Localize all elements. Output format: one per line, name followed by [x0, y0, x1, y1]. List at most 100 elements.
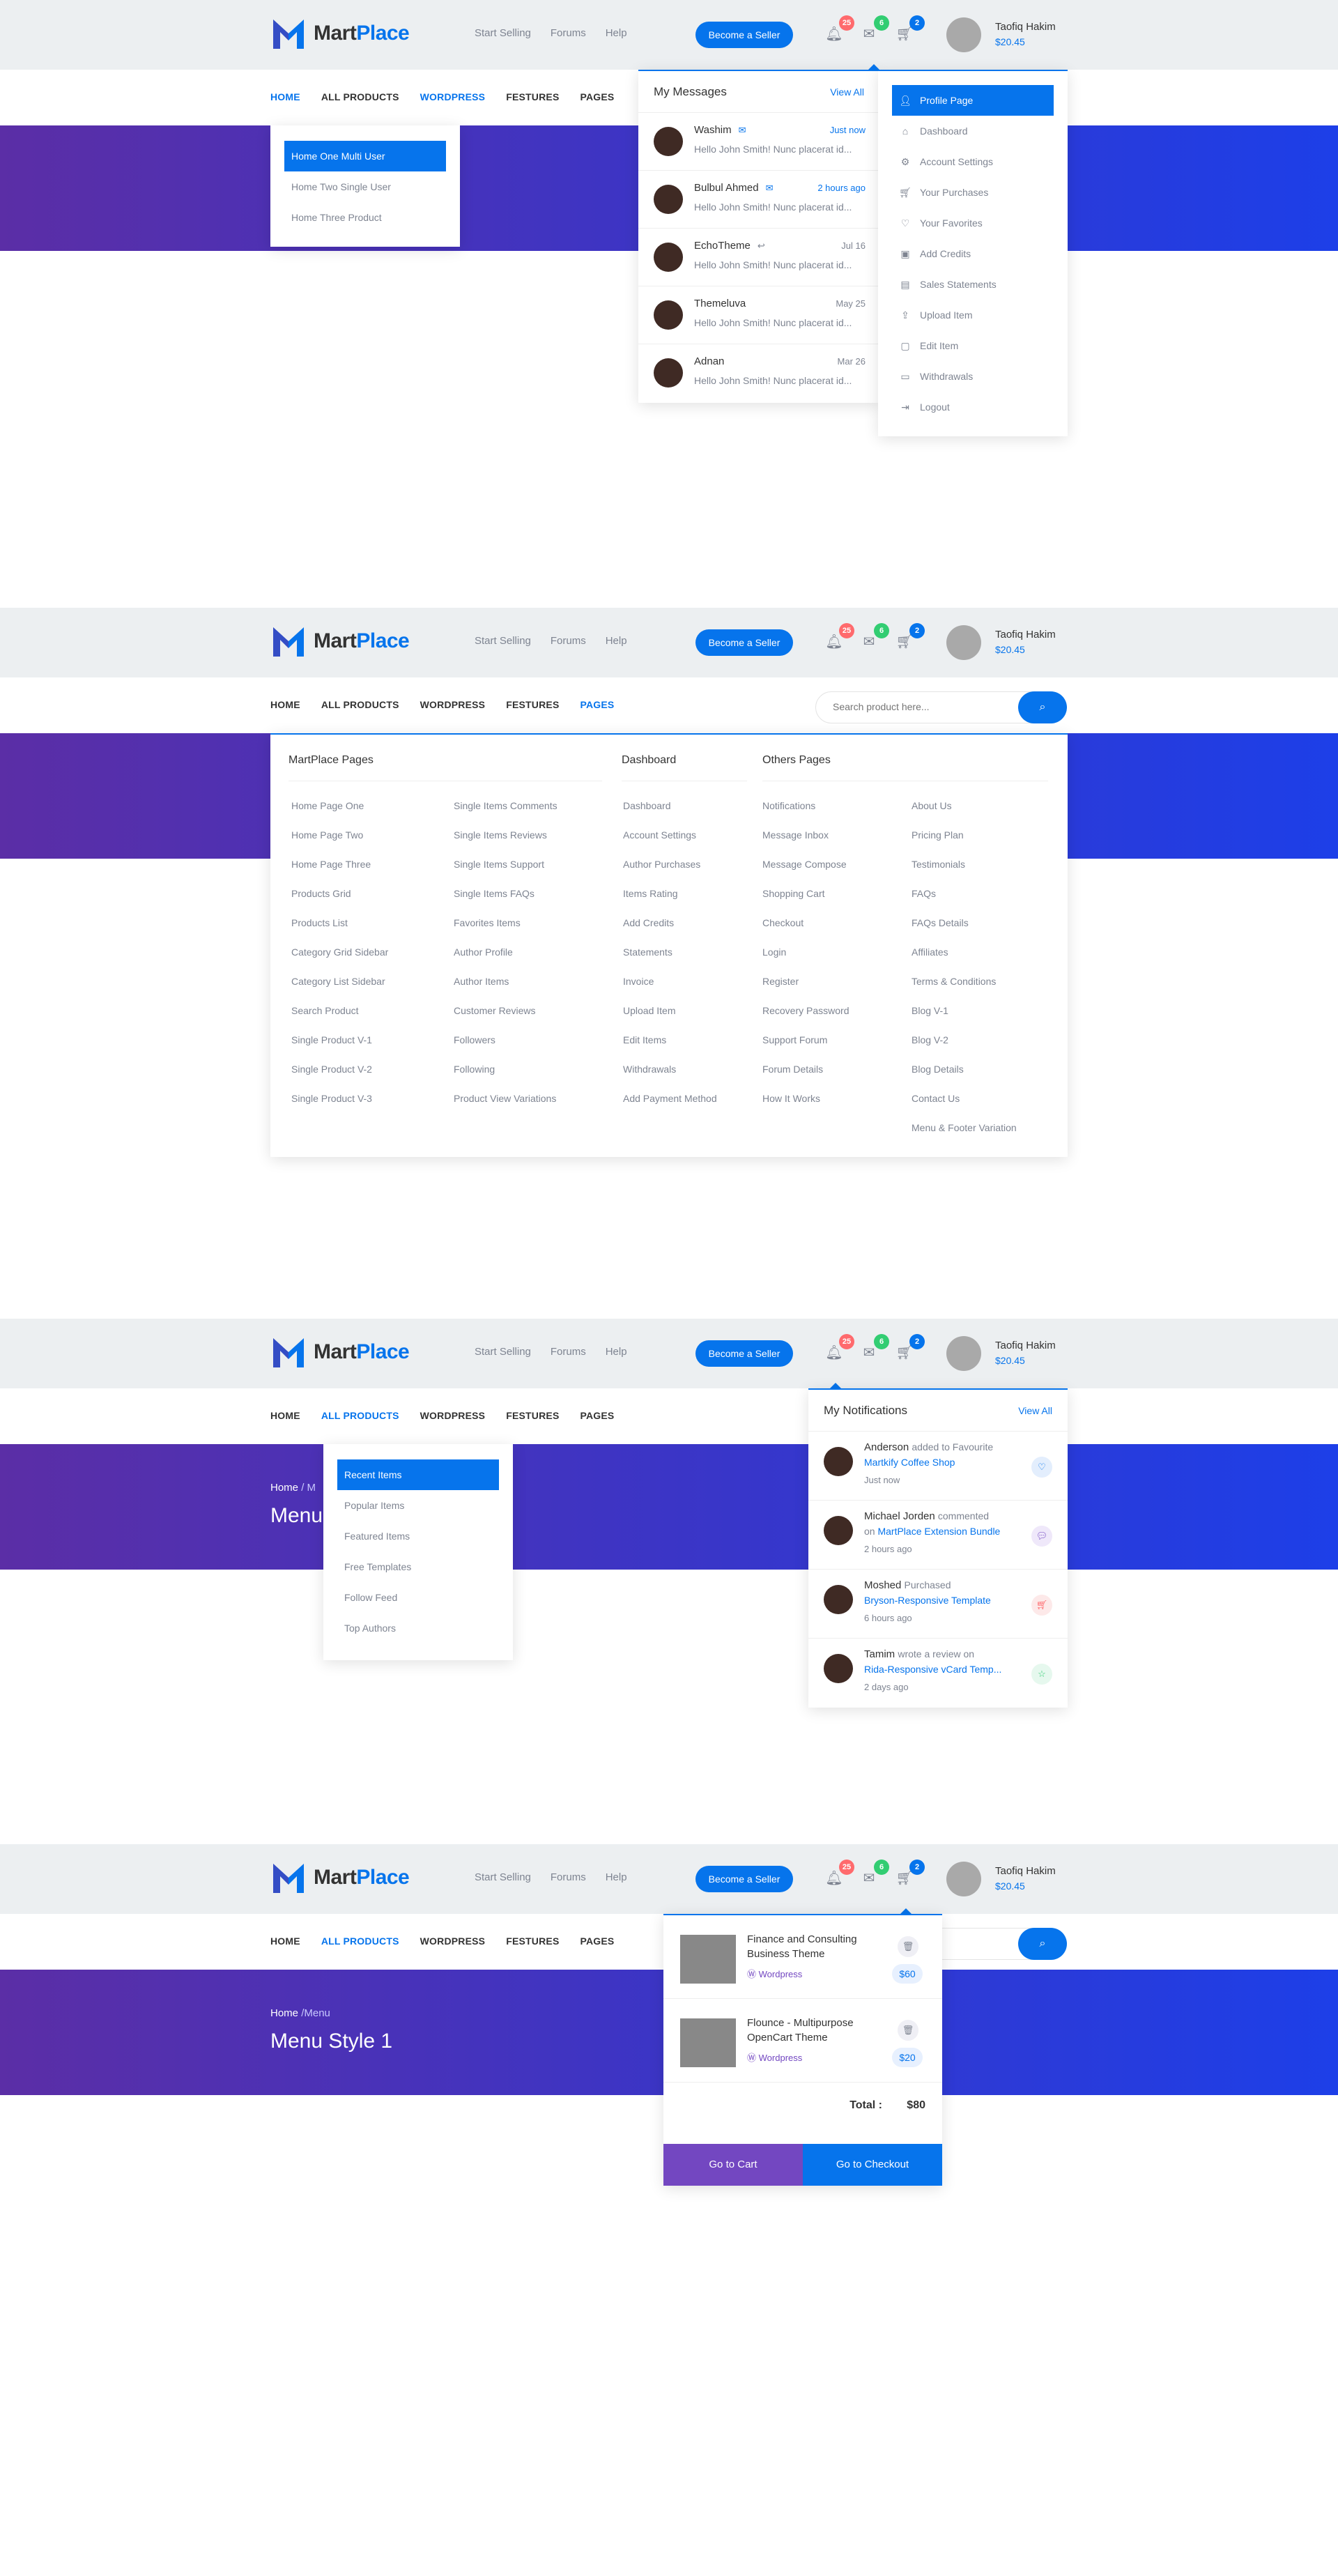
- notification-user[interactable]: Anderson: [864, 1441, 909, 1453]
- forums-link[interactable]: Forums: [551, 27, 586, 39]
- user-name[interactable]: Taofiq Hakim: [995, 1340, 1056, 1351]
- mega-link[interactable]: Category List Sidebar: [291, 976, 388, 1005]
- notification-target[interactable]: Bryson-Responsive Template: [864, 1595, 991, 1606]
- help-link[interactable]: Help: [606, 27, 627, 39]
- nav-home[interactable]: HOME: [270, 1410, 300, 1421]
- become-seller-button[interactable]: Become a Seller: [695, 629, 793, 656]
- message-item[interactable]: Washim ✉︎ Just now Hello John Smith! Nunc…: [638, 113, 879, 171]
- logo[interactable]: MartPlace: [270, 623, 410, 659]
- products-dropdown-item[interactable]: Free Templates: [323, 1551, 513, 1582]
- message-item[interactable]: Bulbul Ahmed ✉︎ 2 hours ago Hello John Sm…: [638, 171, 879, 229]
- nav-pages[interactable]: PAGES: [580, 699, 615, 710]
- mega-link[interactable]: Products Grid: [291, 888, 388, 917]
- mega-link[interactable]: Blog V-2: [912, 1034, 1017, 1064]
- mega-link[interactable]: Single Product V-1: [291, 1034, 388, 1064]
- forums-link[interactable]: Forums: [551, 1346, 586, 1358]
- logo[interactable]: MartPlace: [270, 1860, 410, 1896]
- logo[interactable]: MartPlace: [270, 1334, 410, 1370]
- nav-pages[interactable]: PAGES: [580, 1410, 615, 1421]
- products-dropdown-item[interactable]: Top Authors: [323, 1613, 513, 1643]
- view-all-notifications-link[interactable]: View All: [1018, 1390, 1052, 1432]
- become-seller-button[interactable]: Become a Seller: [695, 1340, 793, 1367]
- mega-link[interactable]: Menu & Footer Variation: [912, 1122, 1017, 1151]
- mega-link[interactable]: Favorites Items: [454, 917, 558, 946]
- mega-link[interactable]: Contact Us: [912, 1093, 1017, 1122]
- mega-link[interactable]: Invoice: [623, 976, 717, 1005]
- nav-pages[interactable]: PAGES: [580, 1935, 615, 1947]
- user-name[interactable]: Taofiq Hakim: [995, 21, 1056, 33]
- mega-link[interactable]: Single Items FAQs: [454, 888, 558, 917]
- mail-icon[interactable]: ✉︎ 6: [860, 623, 889, 651]
- mega-link[interactable]: Single Product V-3: [291, 1093, 388, 1122]
- profile-menu-item[interactable]: 🛒︎ Your Purchases: [878, 177, 1068, 208]
- mega-link[interactable]: Pricing Plan: [912, 829, 1017, 859]
- mega-link[interactable]: Search Product: [291, 1005, 388, 1034]
- cart-item-title[interactable]: Finance and Consulting Business Theme: [747, 1932, 886, 1961]
- home-dropdown-item[interactable]: Home Two Single User: [270, 171, 460, 202]
- nav-home[interactable]: HOME: [270, 91, 300, 102]
- become-seller-button[interactable]: Become a Seller: [695, 1866, 793, 1892]
- notification-user[interactable]: Moshed: [864, 1579, 901, 1591]
- nav-home[interactable]: HOME: [270, 1935, 300, 1947]
- profile-menu-item[interactable]: ♡ Your Favorites: [878, 208, 1068, 238]
- mega-link[interactable]: Single Items Comments: [454, 800, 558, 829]
- search-input[interactable]: [833, 701, 1014, 712]
- forums-link[interactable]: Forums: [551, 635, 586, 647]
- logo[interactable]: MartPlace: [270, 15, 410, 52]
- avatar[interactable]: [946, 1336, 981, 1371]
- bell-icon[interactable]: 🔔︎ 25: [825, 1860, 854, 1887]
- search-button[interactable]: ⌕: [1018, 691, 1067, 723]
- notification-item[interactable]: Moshed Purchased Bryson-Responsive Templ…: [808, 1570, 1068, 1639]
- cart-icon[interactable]: 🛒︎ 2: [895, 1860, 925, 1887]
- profile-menu-item[interactable]: ⌂ Dashboard: [878, 116, 1068, 146]
- mega-link[interactable]: Single Items Reviews: [454, 829, 558, 859]
- profile-menu-item[interactable]: 👤︎ Profile Page: [892, 85, 1054, 116]
- user-name[interactable]: Taofiq Hakim: [995, 1865, 1056, 1877]
- mega-link[interactable]: Forum Details: [762, 1064, 849, 1093]
- profile-menu-item[interactable]: ⚙︎ Account Settings: [878, 146, 1068, 177]
- mega-link[interactable]: FAQs Details: [912, 917, 1017, 946]
- trash-icon[interactable]: 🗑︎: [898, 1936, 918, 1957]
- mega-link[interactable]: Statements: [623, 946, 717, 976]
- view-all-messages-link[interactable]: View All: [830, 71, 864, 113]
- cart-icon[interactable]: 🛒︎ 2: [895, 15, 925, 43]
- cart-icon[interactable]: 🛒︎ 2: [895, 623, 925, 651]
- nav-pages[interactable]: PAGES: [580, 91, 615, 102]
- nav-wordpress[interactable]: WORDPRESS: [420, 1410, 486, 1421]
- start-selling-link[interactable]: Start Selling: [475, 1871, 531, 1883]
- product-thumbnail[interactable]: [680, 1935, 736, 1984]
- nav-all-products[interactable]: ALL PRODUCTS: [321, 1935, 399, 1947]
- go-to-cart-button[interactable]: Go to Cart: [663, 2144, 803, 2186]
- message-item[interactable]: Themeluva May 25 Hello John Smith! Nunc …: [638, 286, 879, 344]
- nav-festures[interactable]: FESTURES: [506, 699, 559, 710]
- user-name[interactable]: Taofiq Hakim: [995, 629, 1056, 641]
- products-dropdown-item[interactable]: Follow Feed: [323, 1582, 513, 1613]
- notification-target[interactable]: Rida-Responsive vCard Temp...: [864, 1664, 1001, 1675]
- mail-icon[interactable]: ✉︎ 6: [860, 1334, 889, 1362]
- forums-link[interactable]: Forums: [551, 1871, 586, 1883]
- nav-all-products[interactable]: ALL PRODUCTS: [321, 699, 399, 710]
- breadcrumb-home[interactable]: Home: [270, 1482, 298, 1494]
- mega-link[interactable]: Message Compose: [762, 859, 849, 888]
- mega-link[interactable]: Blog Details: [912, 1064, 1017, 1093]
- mega-link[interactable]: Add Payment Method: [623, 1093, 717, 1122]
- mega-link[interactable]: Account Settings: [623, 829, 717, 859]
- notification-user[interactable]: Tamim: [864, 1648, 895, 1660]
- mega-link[interactable]: Author Items: [454, 976, 558, 1005]
- profile-menu-item[interactable]: ▤ Sales Statements: [878, 269, 1068, 300]
- mega-link[interactable]: Following: [454, 1064, 558, 1093]
- nav-festures[interactable]: FESTURES: [506, 1935, 559, 1947]
- notification-target[interactable]: Martkify Coffee Shop: [864, 1457, 955, 1468]
- mega-link[interactable]: Single Items Support: [454, 859, 558, 888]
- start-selling-link[interactable]: Start Selling: [475, 1346, 531, 1358]
- mega-link[interactable]: Checkout: [762, 917, 849, 946]
- mega-link[interactable]: Withdrawals: [623, 1064, 717, 1093]
- cart-item-title[interactable]: Flounce - Multipurpose OpenCart Theme: [747, 2016, 886, 2045]
- mega-link[interactable]: Author Purchases: [623, 859, 717, 888]
- profile-menu-item[interactable]: ▭ Withdrawals: [878, 361, 1068, 392]
- profile-menu-item[interactable]: ⇪ Upload Item: [878, 300, 1068, 330]
- bell-icon[interactable]: 🔔︎ 25: [825, 15, 854, 43]
- mega-link[interactable]: FAQs: [912, 888, 1017, 917]
- mega-link[interactable]: Items Rating: [623, 888, 717, 917]
- notification-target[interactable]: MartPlace Extension Bundle: [877, 1526, 1000, 1537]
